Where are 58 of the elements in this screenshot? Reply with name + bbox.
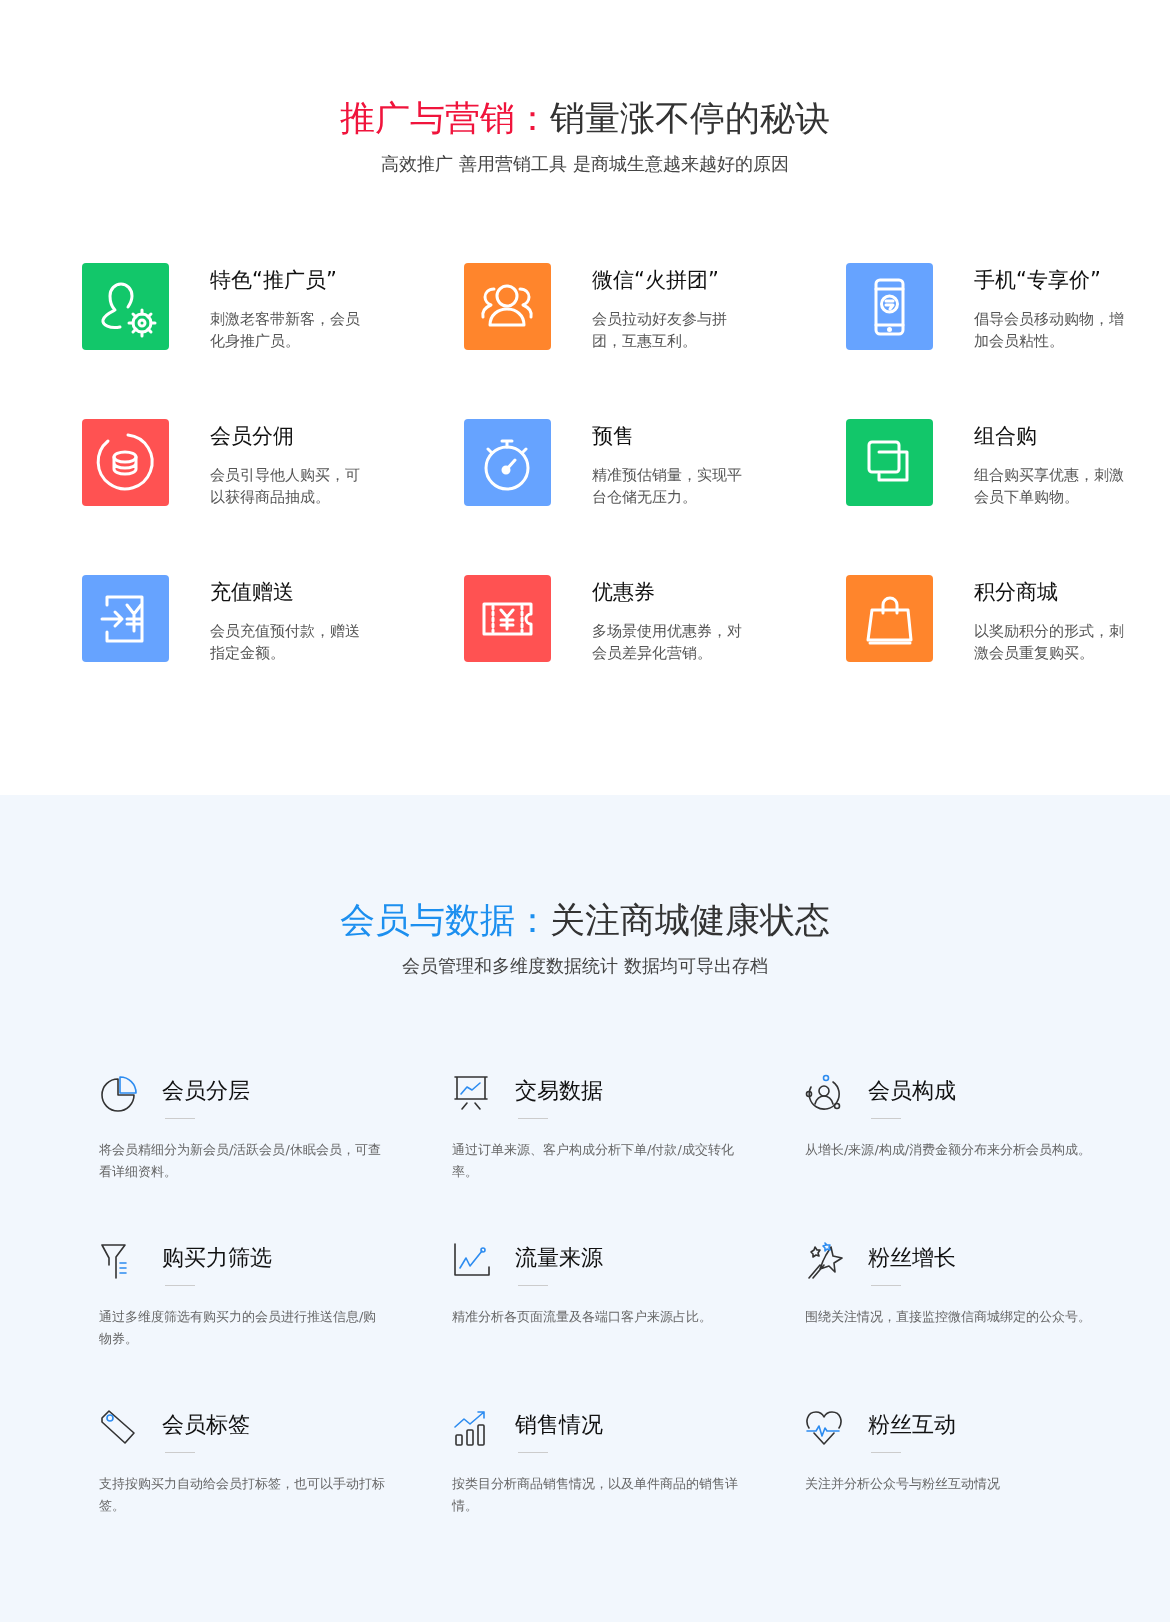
feature-title: 预售	[592, 423, 635, 449]
feature-description: 会员拉动好友参与拼团，互惠互利。	[592, 309, 728, 352]
feature-title: 积分商城	[974, 579, 1059, 605]
coins-icon	[96, 433, 154, 491]
feature-title: 流量来源	[515, 1244, 603, 1272]
feature-description: 精准分析各页面流量及各端口客户来源占比。	[452, 1308, 713, 1326]
heart-pulse-icon	[805, 1408, 843, 1446]
section-title-accent: 推广与营销：	[340, 98, 550, 138]
stopwatch-icon	[484, 439, 530, 491]
section-subtitle: 高效推广 善用营销工具 是商城生意越来越好的原因	[380, 152, 790, 176]
magic-wand-icon	[805, 1241, 843, 1279]
feature-title: 会员构成	[868, 1077, 956, 1105]
feature-title: 会员分层	[162, 1077, 250, 1105]
feature-title: 手机“专享价”	[974, 267, 1102, 293]
section-subtitle: 会员管理和多维度数据统计 数据均可导出存档	[401, 954, 769, 978]
feature-description: 按类目分析商品销售情况，以及单件商品的销售详情。	[452, 1475, 739, 1515]
feature-title: 购买力筛选	[162, 1244, 272, 1272]
pie-chart-icon	[99, 1074, 137, 1112]
feature-description: 围绕关注情况，直接监控微信商城绑定的公众号。	[805, 1308, 1092, 1326]
presentation-board-icon	[452, 1074, 490, 1112]
phone-icon	[874, 278, 905, 336]
feature-title: 交易数据	[515, 1077, 603, 1105]
squares-icon	[867, 440, 909, 482]
feature-description: 会员充值预付款，赠送指定金额。	[210, 621, 361, 664]
feature-description: 组合购买享优惠，刺激会员下单购物。	[974, 465, 1125, 508]
feature-description: 将会员精细分为新会员/活跃会员/休眠会员，可查看详细资料。	[99, 1141, 382, 1181]
yen-card-icon	[100, 595, 144, 643]
feature-description: 通过订单来源、客户构成分析下单/付款/成交转化率。	[452, 1141, 735, 1181]
line-chart-icon	[452, 1241, 490, 1279]
group-icon	[481, 284, 533, 327]
feature-description: 倡导会员移动购物，增加会员粘性。	[974, 309, 1125, 352]
feature-title: 销售情况	[515, 1411, 603, 1439]
feature-description: 精准预估销量，实现平台仓储无压力。	[592, 465, 743, 508]
section-title-accent: 会员与数据：	[340, 900, 550, 940]
tag-icon	[99, 1408, 137, 1446]
feature-title: 粉丝互动	[868, 1411, 956, 1439]
feature-title: 充值赠送	[210, 579, 295, 605]
feature-title: 会员分佣	[210, 423, 295, 449]
feature-description: 刺激老客带新客，会员化身推广员。	[210, 309, 361, 352]
section-title: 销量涨不停的秘诀	[550, 98, 830, 138]
feature-description: 关注并分析公众号与粉丝互动情况	[805, 1475, 1001, 1493]
feature-description: 以奖励积分的形式，刺激会员重复购买。	[974, 621, 1125, 664]
feature-title: 微信“火拼团”	[592, 267, 720, 293]
feature-description: 多场景使用优惠券，对会员差异化营销。	[592, 621, 743, 664]
user-orbit-icon	[805, 1074, 843, 1112]
ticket-icon	[482, 602, 533, 636]
feature-title: 粉丝增长	[868, 1244, 956, 1272]
feature-description: 会员引导他人购买，可以获得商品抽成。	[210, 465, 361, 508]
feature-description: 从增长/来源/构成/消费金额分布来分析会员构成。	[805, 1141, 1093, 1159]
shopping-bag-icon	[866, 596, 913, 645]
feature-description: 通过多维度筛选有购买力的会员进行推送信息/购物券。	[99, 1308, 378, 1348]
feature-title: 优惠券	[592, 579, 656, 605]
feature-title: 组合购	[974, 423, 1038, 449]
feature-title: 特色“推广员”	[210, 267, 338, 293]
feature-description: 支持按购买力自动给会员打标签，也可以手动打标签。	[99, 1475, 386, 1515]
user-gear-icon	[101, 282, 157, 338]
section-title: 关注商城健康状态	[550, 900, 830, 940]
feature-title: 会员标签	[162, 1411, 250, 1439]
